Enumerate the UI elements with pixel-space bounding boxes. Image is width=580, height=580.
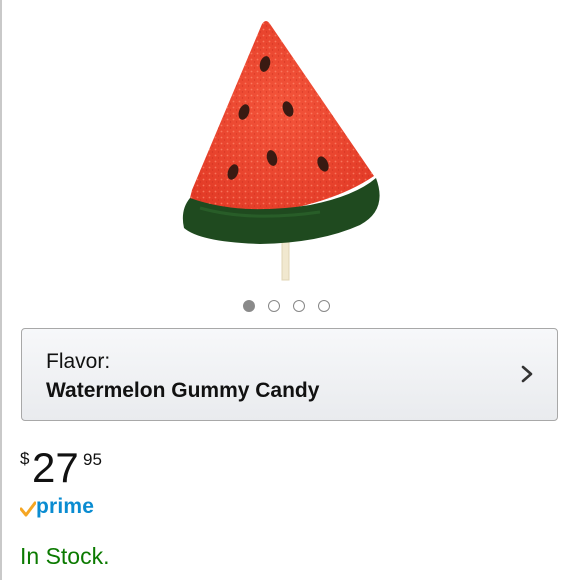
flavor-label: Flavor: xyxy=(46,350,111,373)
carousel-dot-2[interactable] xyxy=(268,300,280,312)
image-carousel-dots xyxy=(243,300,330,314)
price-fraction: 95 xyxy=(83,450,102,469)
prime-check-icon xyxy=(20,501,36,517)
prime-badge: prime xyxy=(20,494,94,518)
flavor-value: Watermelon Gummy Candy xyxy=(46,379,320,402)
flavor-selector-button[interactable]: Flavor: Watermelon Gummy Candy xyxy=(21,328,558,421)
price-whole: 27 xyxy=(32,444,79,491)
left-edge-divider xyxy=(0,0,2,580)
carousel-dot-4[interactable] xyxy=(318,300,330,312)
carousel-dot-1[interactable] xyxy=(243,300,255,312)
price-currency-symbol: $ xyxy=(20,449,30,468)
chevron-right-icon xyxy=(521,365,533,383)
product-page: Flavor: Watermelon Gummy Candy $ 27 95 p… xyxy=(0,0,580,580)
carousel-dot-3[interactable] xyxy=(293,300,305,312)
product-image[interactable] xyxy=(160,10,420,290)
prime-logo-text: prime xyxy=(36,495,95,518)
availability-status: In Stock. xyxy=(20,543,110,569)
